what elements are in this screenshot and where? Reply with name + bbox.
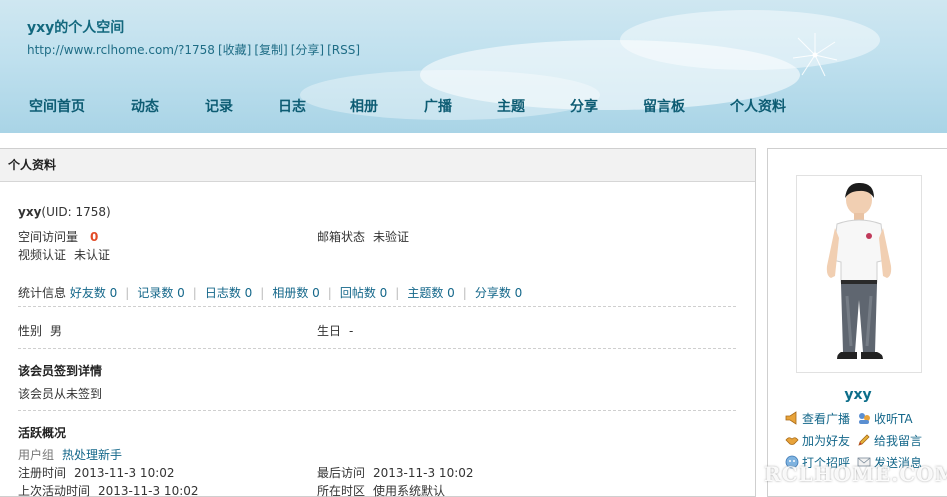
- gender-label: 性别: [18, 324, 43, 338]
- follow-label: 收听TA: [874, 412, 913, 426]
- pencil-icon: [858, 434, 870, 446]
- follow-action[interactable]: 收听TA: [857, 410, 913, 427]
- nav-profile[interactable]: 个人资料: [730, 96, 786, 116]
- section-divider: [18, 306, 736, 307]
- avatar[interactable]: [796, 175, 922, 373]
- space-title[interactable]: yxy的个人空间: [27, 17, 124, 37]
- nav-feed[interactable]: 动态: [131, 96, 159, 116]
- timezone-label: 所在时区: [317, 484, 366, 497]
- last-active-label: 上次活动时间: [18, 484, 91, 497]
- last-active-value: 2013-11-3 10:02: [98, 484, 199, 497]
- divider: |: [462, 286, 467, 300]
- album-count-link[interactable]: 相册数 0: [272, 286, 319, 300]
- visits-label: 空间访问量: [18, 230, 79, 244]
- usergroup-label: 用户组: [18, 448, 55, 462]
- signin-title: 该会员签到详情: [18, 364, 103, 378]
- signin-text: 该会员从未签到: [18, 387, 103, 401]
- divider: |: [192, 286, 197, 300]
- share-link[interactable]: [分享]: [291, 43, 324, 57]
- view-broadcast-label: 查看广播: [802, 412, 851, 426]
- stats-row: 统计信息 好友数 0 | 记录数 0 | 日志数 0 | 相册数 0 | 回帖数 0 | 主题数 0…: [18, 284, 522, 301]
- profile-sidebar: yxy 查看广播 收听TA 加为好友 给我留言 打个招呼 发送消息: [767, 148, 947, 497]
- last-active-row: 上次活动时间 2013-11-3 10:02: [18, 482, 199, 497]
- profile-panel: 个人资料 yxy(UID: 1758) 空间访问量 0 邮箱状态 未验证 视频认证未…: [0, 148, 756, 497]
- last-visit-value: 2013-11-3 10:02: [373, 466, 474, 480]
- birthday-row: 生日 -: [317, 322, 353, 339]
- friends-count-link[interactable]: 好友数 0: [70, 286, 117, 300]
- email-value: 未验证: [373, 230, 410, 244]
- users-icon: [859, 413, 870, 424]
- sidebar-username[interactable]: yxy: [768, 387, 947, 403]
- doing-count-link[interactable]: 记录数 0: [137, 286, 184, 300]
- timezone-row: 所在时区 使用系统默认: [317, 482, 445, 497]
- divider: |: [125, 286, 130, 300]
- visits-row: 空间访问量 0: [18, 228, 98, 245]
- favorite-link[interactable]: [收藏]: [218, 43, 251, 57]
- reg-row: 注册时间 2013-11-3 10:02: [18, 464, 175, 481]
- divider: |: [327, 286, 332, 300]
- divider: |: [395, 286, 400, 300]
- dandelion-icon: [792, 33, 838, 77]
- user-line: yxy(UID: 1758): [18, 205, 111, 219]
- timezone-value: 使用系统默认: [373, 484, 446, 497]
- share-count-link[interactable]: 分享数 0: [475, 286, 522, 300]
- space-url-bar: http://www.rclhome.com/?1758 [收藏] [复制] [分享]…: [27, 41, 363, 58]
- blog-count-link[interactable]: 日志数 0: [205, 286, 252, 300]
- divider: |: [260, 286, 265, 300]
- panel-title: 个人资料: [0, 149, 755, 182]
- birthday-label: 生日: [317, 324, 342, 338]
- nav-broadcast[interactable]: 广播: [424, 96, 452, 116]
- usergroup-link[interactable]: 热处理新手: [62, 448, 122, 462]
- site-watermark: RCLHOME.COM: [764, 462, 947, 486]
- handshake-icon: [785, 437, 799, 445]
- leave-message-action[interactable]: 给我留言: [857, 432, 922, 449]
- nav-wall[interactable]: 留言板: [643, 96, 685, 116]
- nav-share[interactable]: 分享: [570, 96, 598, 116]
- copy-link[interactable]: [复制]: [254, 43, 287, 57]
- nav-album[interactable]: 相册: [350, 96, 378, 116]
- last-visit-label: 最后访问: [317, 466, 366, 480]
- video-label: 视频认证: [18, 248, 67, 262]
- video-row: 视频认证 未认证: [18, 246, 110, 263]
- stats-label: 统计信息: [18, 286, 67, 300]
- leave-message-label: 给我留言: [874, 434, 923, 448]
- rss-link[interactable]: [RSS]: [327, 43, 360, 57]
- email-row: 邮箱状态 未验证: [317, 228, 409, 245]
- megaphone-icon: [785, 411, 797, 425]
- thread-count-link[interactable]: 主题数 0: [407, 286, 454, 300]
- gender-value: 男: [50, 324, 63, 338]
- add-friend-action[interactable]: 加为好友: [785, 432, 850, 449]
- gender-row: 性别男: [18, 322, 62, 339]
- avatar-figure-icon: [826, 182, 892, 359]
- space-url-link[interactable]: http://www.rclhome.com/?1758: [27, 43, 215, 57]
- space-header: yxy的个人空间 http://www.rclhome.com/?1758 [收藏…: [0, 0, 947, 133]
- cloud-decoration: [620, 10, 880, 70]
- reg-value: 2013-11-3 10:02: [74, 466, 175, 480]
- nav-home[interactable]: 空间首页: [29, 96, 85, 116]
- video-value: 未认证: [74, 248, 111, 262]
- uid-text: (UID: 1758): [41, 205, 111, 219]
- username-text: yxy: [18, 205, 42, 219]
- nav-thread[interactable]: 主题: [497, 96, 525, 116]
- view-broadcast-action[interactable]: 查看广播: [785, 410, 850, 427]
- last-visit-row: 最后访问 2013-11-3 10:02: [317, 464, 474, 481]
- nav-doing[interactable]: 记录: [205, 96, 233, 116]
- section-divider: [18, 348, 736, 349]
- nav-blog[interactable]: 日志: [278, 96, 306, 116]
- reply-count-link[interactable]: 回帖数 0: [340, 286, 387, 300]
- email-label: 邮箱状态: [317, 230, 366, 244]
- birthday-value: -: [349, 324, 354, 338]
- add-friend-label: 加为好友: [802, 434, 851, 448]
- section-divider: [18, 410, 736, 411]
- activity-title: 活跃概况: [18, 426, 67, 440]
- visits-value: 0: [90, 230, 99, 244]
- reg-label: 注册时间: [18, 466, 67, 480]
- usergroup-row: 用户组 热处理新手: [18, 446, 122, 463]
